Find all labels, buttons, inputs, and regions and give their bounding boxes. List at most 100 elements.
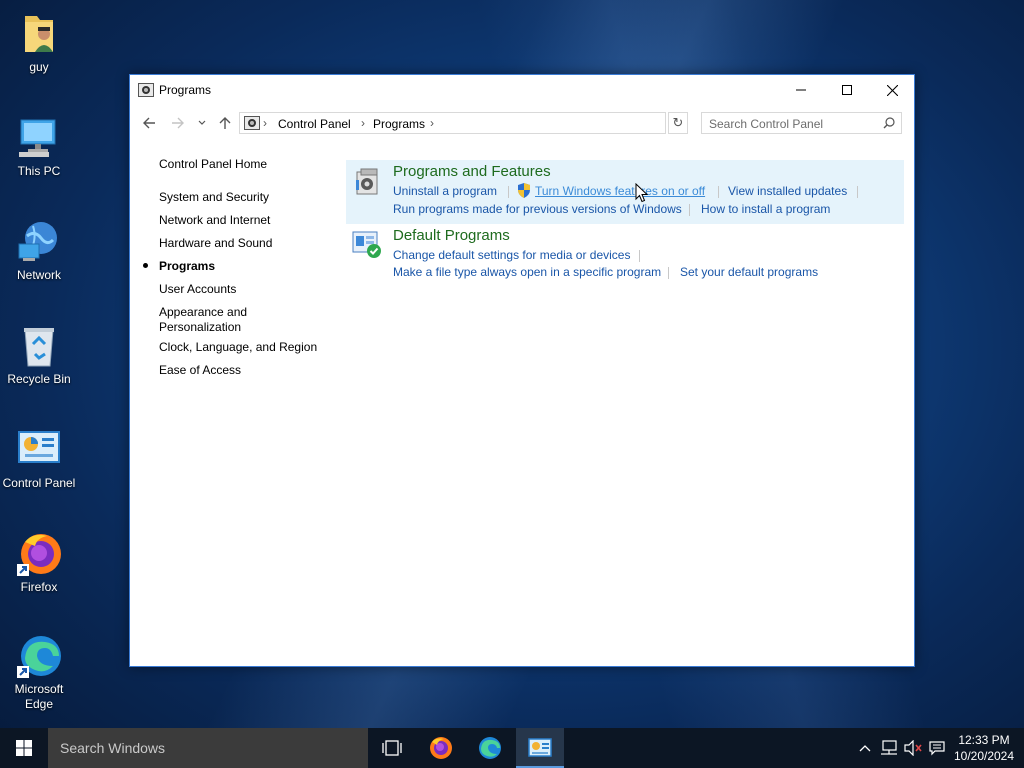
close-button[interactable] xyxy=(869,75,915,105)
breadcrumb-chevron-icon: › xyxy=(263,116,267,130)
breadcrumb-control-panel[interactable]: Control Panel xyxy=(278,117,351,131)
address-row: › Control Panel › Programs › ↻ Search Co… xyxy=(130,111,914,135)
firefox-icon xyxy=(15,530,63,578)
desktop-icon-label: Network xyxy=(16,268,61,282)
volume-button[interactable] xyxy=(901,728,925,768)
chevron-up-icon xyxy=(859,745,871,752)
nav-network-and-internet[interactable]: Network and Internet xyxy=(159,213,270,228)
breadcrumb-programs[interactable]: Programs xyxy=(373,117,425,131)
link-separator xyxy=(668,267,669,279)
nav-system-and-security[interactable]: System and Security xyxy=(159,190,269,205)
up-arrow-icon[interactable] xyxy=(216,114,234,132)
how-to-install-program-link[interactable]: How to install a program xyxy=(701,202,830,216)
network-status-button[interactable] xyxy=(878,728,900,768)
default-programs-icon xyxy=(352,229,382,259)
edge-icon xyxy=(479,737,501,759)
refresh-icon: ↻ xyxy=(672,115,684,130)
network-globe-icon xyxy=(15,218,63,266)
desktop-icon-this-pc[interactable]: This PC xyxy=(0,114,78,179)
refresh-button[interactable]: ↻ xyxy=(668,112,688,134)
nav-clock-language-region[interactable]: Clock, Language, and Region xyxy=(159,340,317,355)
programs-window: Programs › Control Panel › Programs › ↻ … xyxy=(129,74,915,667)
desktop-icon-firefox[interactable]: Firefox xyxy=(0,530,78,595)
task-view-button[interactable] xyxy=(368,728,416,768)
breadcrumb-chevron-icon: › xyxy=(430,116,434,130)
taskbar-edge[interactable] xyxy=(466,728,514,768)
link-separator xyxy=(857,186,858,198)
default-programs-title[interactable]: Default Programs xyxy=(393,227,510,244)
control-panel-icon xyxy=(15,426,63,474)
computer-icon xyxy=(15,114,63,162)
user-folder-icon xyxy=(15,10,63,58)
link-separator xyxy=(689,204,690,216)
uninstall-program-link[interactable]: Uninstall a program xyxy=(393,184,497,198)
nav-ease-of-access[interactable]: Ease of Access xyxy=(159,363,241,378)
desktop-icon-recycle-bin[interactable]: Recycle Bin xyxy=(0,322,78,387)
system-clock[interactable]: 12:33 PM 10/20/2024 xyxy=(945,732,1023,764)
control-panel-small-icon xyxy=(138,83,154,97)
address-bar[interactable]: › Control Panel › Programs › xyxy=(239,112,770,134)
firefox-icon xyxy=(430,737,452,759)
control-panel-breadcrumb-icon xyxy=(244,116,260,130)
start-button[interactable] xyxy=(0,728,48,768)
category-default-programs: Default Programs Change default settings… xyxy=(346,225,904,285)
link-separator xyxy=(508,186,509,198)
window-title: Programs xyxy=(159,83,212,97)
link-separator xyxy=(639,250,640,262)
nav-appearance-and-personalization[interactable]: Appearance and Personalization xyxy=(159,305,269,335)
change-default-settings-media-link[interactable]: Change default settings for media or dev… xyxy=(393,248,630,262)
windows-logo-icon xyxy=(16,740,32,756)
desktop-icon-control-panel[interactable]: Control Panel xyxy=(0,426,78,491)
clock-time: 12:33 PM xyxy=(958,733,1010,747)
network-wired-icon xyxy=(881,740,897,755)
search-icon xyxy=(883,117,895,132)
programs-and-features-title[interactable]: Programs and Features xyxy=(393,163,551,180)
desktop-icon-label: guy xyxy=(29,60,49,74)
desktop-icon-label: This PC xyxy=(17,164,61,178)
nav-control-panel-home[interactable]: Control Panel Home xyxy=(159,157,267,172)
taskbar-control-panel[interactable] xyxy=(516,728,564,768)
taskbar-firefox[interactable] xyxy=(417,728,465,768)
view-installed-updates-link[interactable]: View installed updates xyxy=(728,184,847,198)
desktop-icon-label: Firefox xyxy=(20,580,58,594)
notifications-button[interactable] xyxy=(926,728,948,768)
maximize-button[interactable] xyxy=(824,75,870,105)
search-input[interactable]: Search Control Panel xyxy=(701,112,902,134)
turn-windows-features-link[interactable]: Turn Windows features on or off xyxy=(535,184,705,198)
edge-icon xyxy=(15,632,63,680)
desktop-icon-edge[interactable]: Microsoft Edge xyxy=(0,632,78,712)
set-default-programs-link[interactable]: Set your default programs xyxy=(680,265,818,279)
title-bar[interactable]: Programs xyxy=(130,75,914,105)
minimize-button[interactable] xyxy=(778,75,824,105)
link-separator xyxy=(718,186,719,198)
nav-programs[interactable]: Programs xyxy=(159,259,215,274)
recent-dropdown-icon[interactable] xyxy=(193,114,211,132)
desktop-icon-label: Control Panel xyxy=(2,476,76,490)
uac-shield-icon xyxy=(517,183,531,198)
show-hidden-icons-button[interactable] xyxy=(855,728,875,768)
back-arrow-icon[interactable] xyxy=(140,114,158,132)
taskbar: Search Windows 12:33 PM 10/20/2024 xyxy=(0,728,1024,768)
desktop-icon-user-folder[interactable]: guy xyxy=(0,10,78,75)
desktop-icon-label: Recycle Bin xyxy=(7,372,71,386)
taskbar-search-box[interactable]: Search Windows xyxy=(48,728,368,768)
volume-muted-icon xyxy=(904,740,922,756)
recycle-bin-icon xyxy=(15,322,63,370)
action-center-icon xyxy=(929,741,945,756)
desktop-icon-label: Microsoft Edge xyxy=(14,682,64,711)
programs-and-features-icon xyxy=(352,166,382,196)
forward-arrow-icon[interactable] xyxy=(169,114,187,132)
search-placeholder: Search Control Panel xyxy=(709,117,824,131)
current-item-bullet-icon xyxy=(143,263,148,268)
nav-user-accounts[interactable]: User Accounts xyxy=(159,282,236,297)
breadcrumb-chevron-icon: › xyxy=(361,116,365,130)
desktop-icon-network[interactable]: Network xyxy=(0,218,78,283)
nav-hardware-and-sound[interactable]: Hardware and Sound xyxy=(159,236,272,251)
make-file-type-open-link[interactable]: Make a file type always open in a specif… xyxy=(393,265,661,279)
taskbar-search-placeholder: Search Windows xyxy=(60,740,166,756)
control-panel-icon xyxy=(528,738,552,757)
mouse-cursor-icon xyxy=(635,182,649,206)
task-view-icon xyxy=(382,740,402,756)
clock-date: 10/20/2024 xyxy=(953,749,1015,763)
category-programs-and-features: Programs and Features Uninstall a progra… xyxy=(346,160,904,224)
